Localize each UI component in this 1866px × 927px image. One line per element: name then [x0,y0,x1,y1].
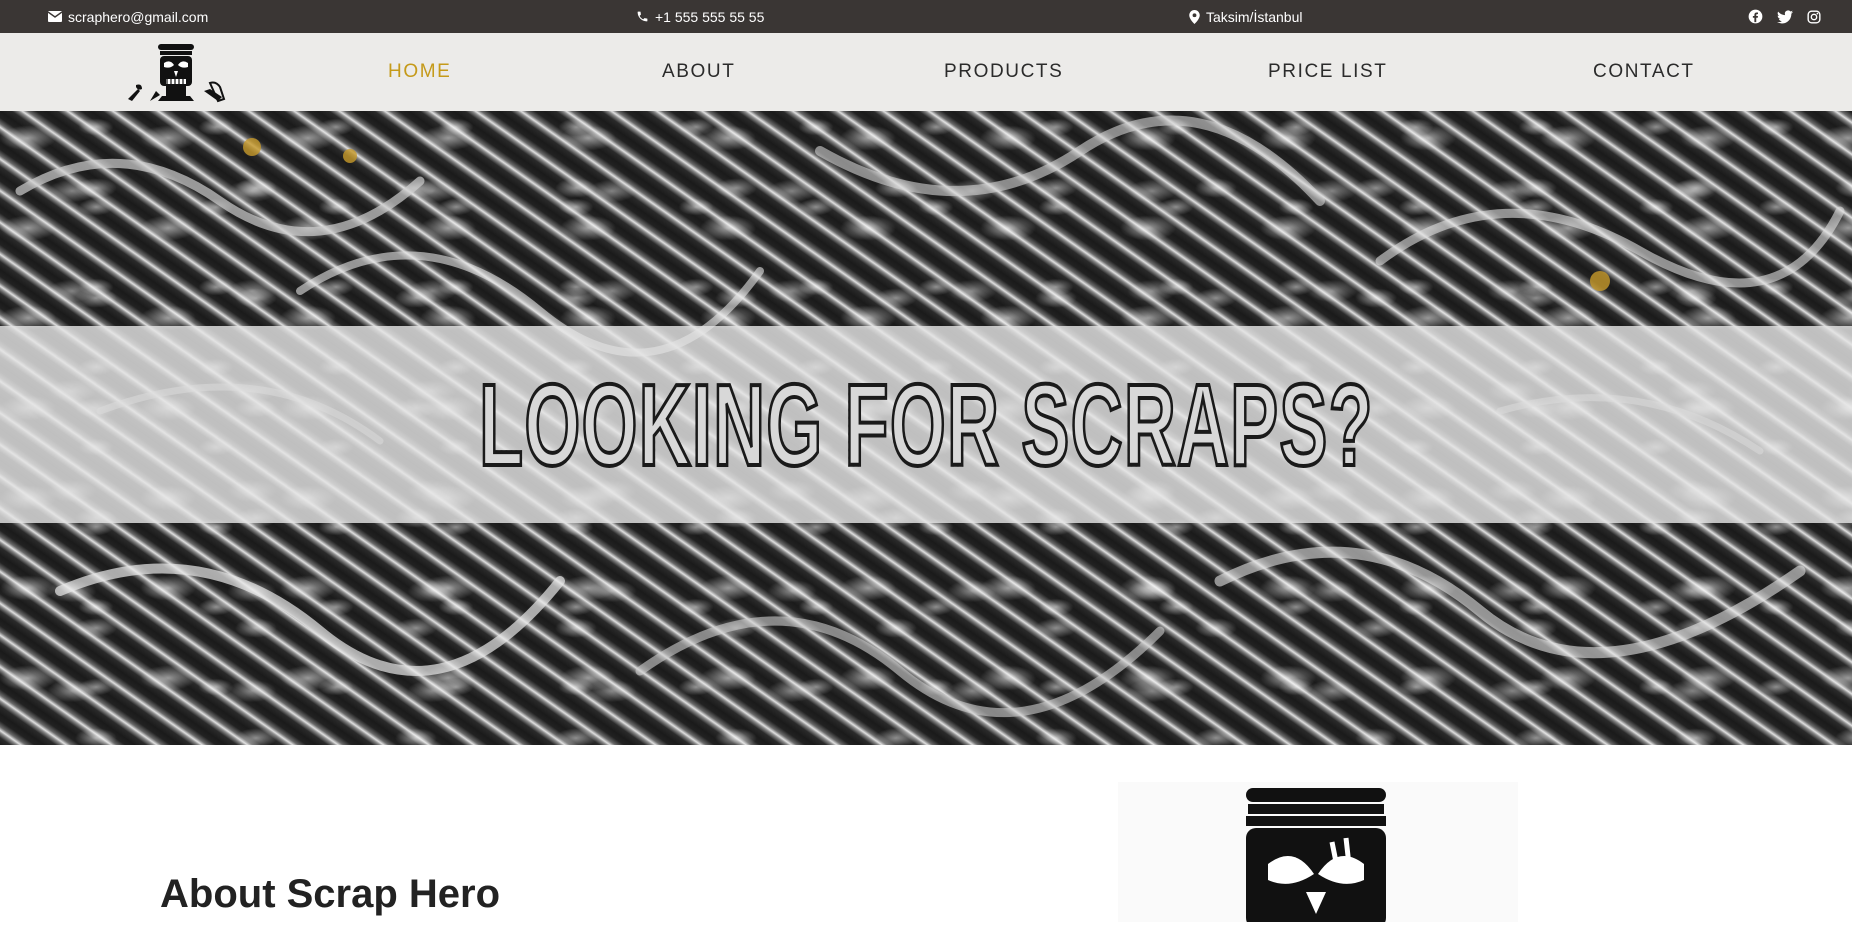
location-info: Taksim/İstanbul [1189,0,1302,33]
skull-piston-emblem-icon [1246,788,1386,927]
email-text: scraphero@gmail.com [68,8,209,25]
envelope-icon [48,11,62,22]
nav-contact[interactable]: CONTACT [1593,33,1695,111]
site-logo[interactable] [126,39,230,105]
phone-text: +1 555 555 55 55 [655,8,765,25]
phone-icon [637,11,648,22]
nav-about[interactable]: ABOUT [662,33,735,111]
about-heading: About Scrap Hero [160,872,501,916]
skull-piston-logo-icon [128,44,226,103]
email-contact[interactable]: scraphero@gmail.com [48,0,208,33]
location-text: Taksim/İstanbul [1206,8,1303,25]
map-pin-icon [1189,9,1200,24]
main-navbar: HOME ABOUT PRODUCTS PRICE LIST CONTACT [0,33,1852,111]
social-links [1748,0,1821,33]
instagram-icon[interactable] [1807,9,1821,24]
nav-home[interactable]: HOME [388,33,451,111]
phone-contact[interactable]: +1 555 555 55 55 [636,0,764,33]
hero-title-band: LOOKING FOR SCRAPS? [0,326,1852,523]
about-section-image [1118,782,1518,927]
nav-price-list[interactable]: PRICE LIST [1268,33,1387,111]
top-info-bar: scraphero@gmail.com +1 555 555 55 55 Tak… [0,0,1852,33]
hero-banner: LOOKING FOR SCRAPS? [0,111,1852,745]
facebook-icon[interactable] [1748,9,1763,24]
hero-title: LOOKING FOR SCRAPS? [477,358,1374,492]
nav-products[interactable]: PRODUCTS [944,33,1063,111]
twitter-icon[interactable] [1777,9,1793,24]
